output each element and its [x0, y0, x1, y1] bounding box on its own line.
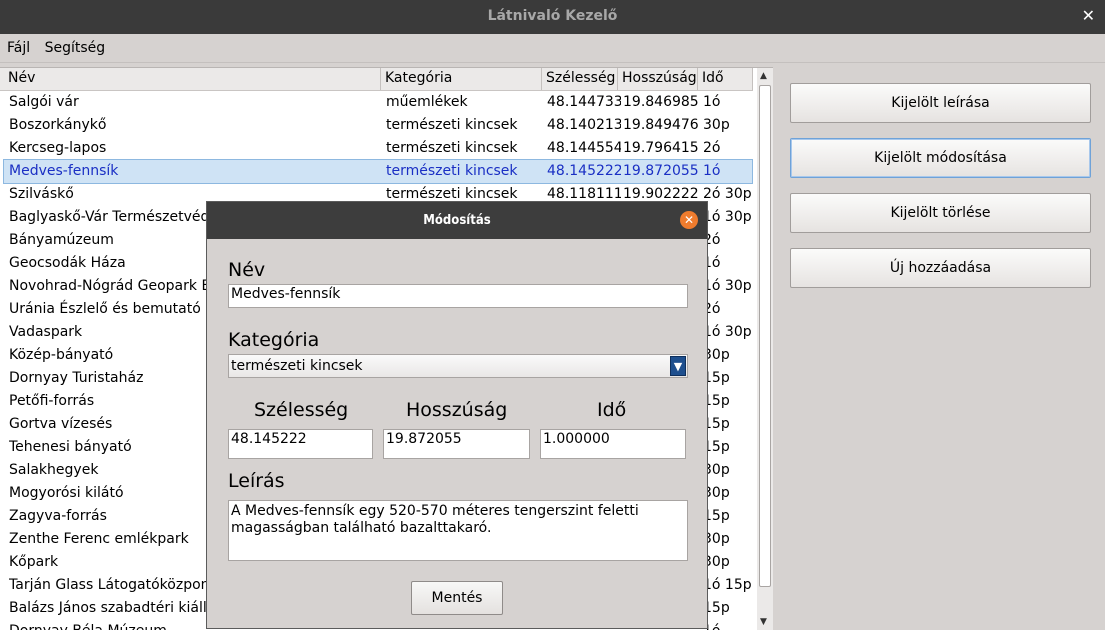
time-label: Idő [597, 399, 627, 421]
menubar: Fájl Segítség [0, 34, 1105, 63]
cell-time: 1ó 30p [703, 209, 752, 225]
close-icon[interactable]: ✕ [1082, 0, 1095, 32]
cell-time: 30p [703, 485, 730, 501]
longitude-field[interactable]: 19.872055 [383, 429, 530, 459]
table-header: Név Kategória Szélesség Hosszúság Idő [0, 68, 753, 91]
dialog-title: Módosítás [207, 202, 707, 239]
menu-help[interactable]: Segítség [38, 34, 106, 62]
cell-name: Boszorkánykő [9, 117, 107, 133]
table-row[interactable]: Salgói vár műemlékek 48.144733 19.846985 1ó [4, 91, 752, 114]
time-field[interactable]: 1.000000 [540, 429, 686, 459]
window-title: Látnivaló Kezelő [487, 8, 618, 24]
cell-time: 2ó [703, 301, 721, 317]
description-label: Leírás [228, 470, 285, 492]
table-row[interactable]: Medves-fennsík természeti kincsek 48.14522… [3, 159, 753, 184]
window-titlebar: Látnivaló Kezelő ✕ [0, 0, 1105, 34]
category-select[interactable]: természeti kincsek ▼ [228, 354, 688, 378]
add-new-button[interactable]: Új hozzáadása [790, 248, 1091, 288]
cell-category: műemlékek [386, 94, 468, 110]
cell-time: 2ó [703, 140, 721, 156]
cell-time: 15p [703, 416, 730, 432]
column-header-name[interactable]: Név [4, 68, 381, 90]
cell-latitude: 48.140213 [547, 117, 621, 133]
cell-name: Medves-fennsík [9, 163, 119, 179]
latitude-label: Szélesség [254, 399, 349, 421]
cell-category: természeti kincsek [386, 117, 518, 133]
cell-time: 2ó 30p [703, 186, 752, 202]
cell-latitude: 48.145222 [547, 163, 621, 179]
column-header-latitude[interactable]: Szélesség [542, 68, 618, 90]
scrollbar-thumb[interactable] [759, 85, 771, 587]
category-label: Kategória [228, 329, 320, 351]
cell-latitude: 48.144554 [547, 140, 621, 156]
chevron-down-icon[interactable]: ▼ [670, 356, 686, 376]
column-header-time[interactable]: Idő [698, 68, 753, 90]
dialog-close-icon[interactable]: ✕ [680, 211, 698, 229]
cell-time: 1ó 30p [703, 278, 752, 294]
cell-longitude: 19.872055 [623, 163, 699, 179]
save-button[interactable]: Mentés [411, 581, 503, 615]
cell-time: 15p [703, 600, 730, 616]
cell-time: 1ó 15p [703, 577, 752, 593]
modify-selected-button[interactable]: Kijelölt módosítása [790, 138, 1091, 178]
cell-time: 15p [703, 439, 730, 455]
cell-time: 30p [703, 531, 730, 547]
longitude-label: Hosszúság [406, 399, 508, 421]
scroll-up-icon[interactable]: ▲ [760, 71, 767, 81]
cell-time: 15p [703, 370, 730, 386]
table-scrollbar[interactable]: ▲ ▼ [757, 68, 773, 630]
cell-time: 30p [703, 462, 730, 478]
cell-longitude: 19.846985 [623, 94, 699, 110]
category-select-value: természeti kincsek [231, 358, 363, 374]
describe-selected-button[interactable]: Kijelölt leírása [790, 83, 1091, 123]
column-header-longitude[interactable]: Hosszúság [618, 68, 698, 90]
delete-selected-button[interactable]: Kijelölt törlése [790, 193, 1091, 233]
table-row[interactable]: Kercseg-lapos természeti kincsek 48.144554… [4, 137, 752, 160]
cell-time: 1ó [703, 163, 721, 179]
cell-longitude: 19.796415 [623, 140, 699, 156]
scroll-down-icon[interactable]: ▼ [760, 617, 767, 627]
cell-category: természeti kincsek [386, 163, 518, 179]
modify-dialog: Módosítás ✕ Név Medves-fennsík Kategória… [206, 201, 708, 629]
cell-category: természeti kincsek [386, 140, 518, 156]
cell-time: 30p [703, 117, 730, 133]
cell-time: 1ó [703, 94, 721, 110]
cell-name: Salgói vár [9, 94, 79, 110]
column-header-category[interactable]: Kategória [381, 68, 542, 90]
description-textarea[interactable]: A Medves-fennsík egy 520-570 méteres ten… [228, 500, 688, 561]
latitude-field[interactable]: 48.145222 [228, 429, 373, 459]
cell-time: 15p [703, 508, 730, 524]
cell-time: 30p [703, 554, 730, 570]
cell-time: 15p [703, 393, 730, 409]
cell-time: 30p [703, 347, 730, 363]
cell-time: 1ó 30p [703, 324, 752, 340]
cell-time: 2ó [703, 232, 721, 248]
menu-file[interactable]: Fájl [0, 34, 30, 62]
name-label: Név [228, 259, 266, 281]
cell-longitude: 19.849476 [623, 117, 699, 133]
name-field[interactable]: Medves-fennsík [228, 284, 688, 308]
table-row[interactable]: Boszorkánykő természeti kincsek 48.140213 1… [4, 114, 752, 137]
cell-latitude: 48.144733 [547, 94, 621, 110]
cell-time: 1ó [703, 255, 721, 271]
cell-name: Kercseg-lapos [9, 140, 107, 156]
